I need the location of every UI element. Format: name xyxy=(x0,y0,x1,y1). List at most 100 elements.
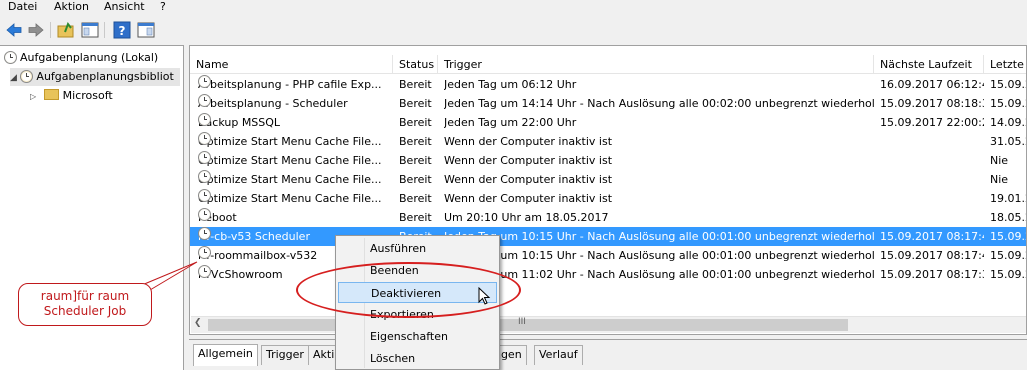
collapsed-arrow-icon[interactable]: ▷ xyxy=(30,92,36,101)
cell-trigger: Jeden Tag um 06:12 Uhr xyxy=(444,78,577,91)
table-row[interactable]: Optimize Start Menu Cache File... Bereit W… xyxy=(190,170,1026,189)
cell-status: Bereit xyxy=(399,116,432,129)
task-clock-icon xyxy=(198,170,211,183)
scroll-left-icon[interactable]: ❮ xyxy=(194,318,202,328)
table-row[interactable]: Arbeitsplanung - Scheduler Bereit Jeden Ta… xyxy=(190,94,1026,113)
cell-next: 15.09.2017 08:17:36 xyxy=(880,268,984,281)
menu-aktion[interactable]: Aktion xyxy=(54,0,89,14)
column-header-name[interactable]: Name xyxy=(190,55,393,74)
cell-name: Arbeitsplanung - PHP cafile Exp... xyxy=(198,75,393,94)
menu-item-ausfuehren[interactable]: Ausführen xyxy=(338,238,497,259)
expanded-arrow-icon[interactable]: ◢ xyxy=(10,73,17,83)
table-row[interactable]: Arbeitsplanung - PHP cafile Exp... Bereit… xyxy=(190,75,1026,94)
task-clock-icon xyxy=(198,189,211,202)
table-row[interactable]: rfr-cb-v53 SchedulerBereitJeden Tag um 1… xyxy=(190,227,1026,246)
table-header: Name Status Trigger Nächste Laufzeit Let… xyxy=(190,55,1026,74)
table-row[interactable]: Optimize Start Menu Cache File... Bereit W… xyxy=(190,189,1026,208)
task-clock-icon xyxy=(198,75,211,88)
forward-arrow-icon[interactable] xyxy=(26,20,46,40)
task-clock-icon xyxy=(198,94,211,107)
task-clock-icon xyxy=(198,227,211,240)
cell-next: 15.09.2017 08:18:37 xyxy=(880,97,984,110)
horizontal-scrollbar[interactable]: ❮ III xyxy=(191,316,1026,333)
show-hide-tree-icon[interactable] xyxy=(80,20,100,40)
menu-item-loeschen[interactable]: Löschen xyxy=(338,348,497,369)
toolbar-separator xyxy=(50,22,51,38)
tab-verlauf[interactable]: Verlauf xyxy=(534,345,583,365)
column-header-trigger[interactable]: Trigger xyxy=(438,55,874,74)
cell-trigger: Jeden Tag um 14:14 Uhr - Nach Auslösung … xyxy=(444,97,874,110)
callout-line-2: Scheduler Job xyxy=(43,304,127,318)
cell-status: Bereit xyxy=(399,135,432,148)
task-clock-icon xyxy=(198,208,211,221)
cell-status: Bereit xyxy=(399,78,432,91)
cell-name: Optimize Start Menu Cache File... xyxy=(198,132,393,151)
cell-status: Bereit xyxy=(399,154,432,167)
cell-trigger: Wenn der Computer inaktiv ist xyxy=(444,154,613,167)
task-name: rfr-roommailbox-v532 xyxy=(198,249,318,262)
cell-name: Optimize Start Menu Cache File... xyxy=(198,170,393,189)
menu-item-eigenschaften[interactable]: Eigenschaften xyxy=(338,326,497,347)
cell-trigger: Wenn der Computer inaktiv ist xyxy=(444,192,613,205)
callout-line-1: raum]für raum xyxy=(40,289,130,303)
table-row[interactable]: Optimize Start Menu Cache File... Bereit W… xyxy=(190,151,1026,170)
task-name: Arbeitsplanung - PHP cafile Exp... xyxy=(198,78,382,91)
tree-item-label: Microsoft xyxy=(62,89,113,102)
mouse-cursor-icon xyxy=(478,287,491,305)
table-row[interactable]: Optimize Start Menu Cache File... Bereit W… xyxy=(190,132,1026,151)
task-name: Optimize Start Menu Cache File... xyxy=(198,154,382,167)
cell-last: 14.09.20 xyxy=(990,116,1026,129)
tab-allgemein[interactable]: Allgemein xyxy=(193,344,258,366)
tab-trigger[interactable]: Trigger xyxy=(261,345,309,365)
column-header-last-run[interactable]: Letzte L xyxy=(984,55,1026,74)
task-clock-icon xyxy=(198,265,211,278)
cell-name: Reboot xyxy=(198,208,393,227)
table-row[interactable]: Reboot Bereit Um 20:10 Uhr am 18.05.2017 18… xyxy=(190,208,1026,227)
task-name: Optimize Start Menu Cache File... xyxy=(198,173,382,186)
properties-pane-icon[interactable] xyxy=(136,20,156,40)
cell-last: 15.09.20 xyxy=(990,97,1026,110)
cell-last: 15.09.20 xyxy=(990,249,1026,262)
menu-bar: Datei Aktion Ansicht ? xyxy=(0,0,1027,16)
cell-last: 15.09.20 xyxy=(990,78,1026,91)
cell-status: Bereit xyxy=(399,173,432,186)
scrollbar-grip: III xyxy=(518,317,526,327)
column-header-next-run[interactable]: Nächste Laufzeit xyxy=(874,55,984,74)
scrollbar-thumb[interactable]: III xyxy=(208,317,848,331)
column-header-status[interactable]: Status xyxy=(393,55,438,74)
cell-trigger: Um 20:10 Uhr am 18.05.2017 xyxy=(444,211,609,224)
back-arrow-icon[interactable] xyxy=(4,20,24,40)
folder-icon xyxy=(43,89,59,100)
tree-item-root[interactable]: Aufgabenplanung (Lokal) xyxy=(4,49,180,67)
menu-datei[interactable]: Datei xyxy=(8,0,37,14)
table-row[interactable]: Backup MSSQL Bereit Jeden Tag um 22:00 Uhr… xyxy=(190,113,1026,132)
tree-item-microsoft[interactable]: ▷ Microsoft xyxy=(30,87,180,105)
annotation-callout: raum]für raum Scheduler Job xyxy=(18,283,152,326)
task-clock-icon xyxy=(198,113,211,126)
folder-up-icon[interactable] xyxy=(56,20,76,40)
cell-last: 19.01.20 xyxy=(990,192,1026,205)
menu-ansicht[interactable]: Ansicht xyxy=(104,0,145,14)
menu-help[interactable]: ? xyxy=(160,0,166,14)
cell-name: Backup MSSQL xyxy=(198,113,393,132)
cell-trigger: Wenn der Computer inaktiv ist xyxy=(444,135,613,148)
cell-next: 15.09.2017 22:00:26 xyxy=(880,116,984,129)
cell-next: 15.09.2017 08:17:44 xyxy=(880,230,984,243)
task-name: rfr-cb-v53 Scheduler xyxy=(198,230,310,243)
cell-status: Bereit xyxy=(399,97,432,110)
task-clock-icon xyxy=(198,151,211,164)
tree-item-library[interactable]: ◢ Aufgabenplanungsbibliot xyxy=(10,68,180,86)
toolbar-separator xyxy=(104,22,105,38)
task-name: Arbeitsplanung - Scheduler xyxy=(198,97,348,110)
cell-last: Nie xyxy=(990,154,1009,167)
table-row[interactable]: rfr-roommailbox-v532BereitJeden Tag um 1… xyxy=(190,246,1026,265)
cell-trigger: Jeden Tag um 22:00 Uhr xyxy=(444,116,577,129)
cell-last: 31.05.20 xyxy=(990,135,1026,148)
cell-last: 18.05.20 xyxy=(990,211,1026,224)
help-icon[interactable]: ? xyxy=(112,20,132,40)
cell-status: Bereit xyxy=(399,192,432,205)
folder-clock-icon xyxy=(20,70,34,83)
cell-next: 15.09.2017 08:17:49 xyxy=(880,249,984,262)
cell-trigger: Jeden Tag um 10:15 Uhr - Nach Auslösung … xyxy=(444,249,874,262)
svg-text:?: ? xyxy=(119,24,126,38)
